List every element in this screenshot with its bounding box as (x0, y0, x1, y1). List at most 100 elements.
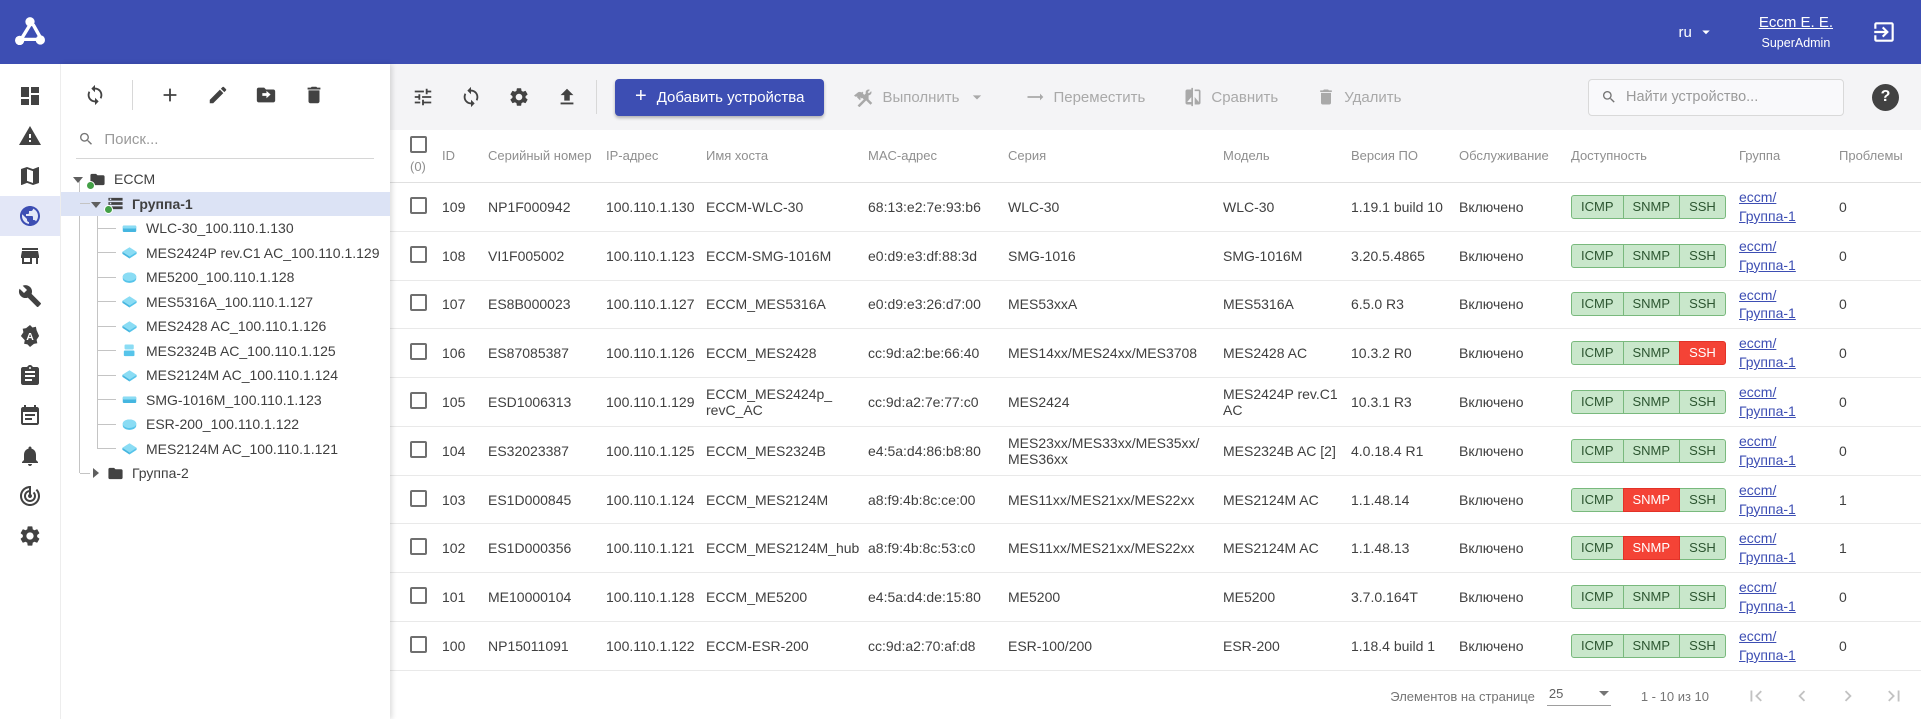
page-size-select[interactable]: 25 (1547, 686, 1611, 706)
tree-node[interactable]: MES5316A_100.110.1.127 (60, 290, 390, 315)
table-row[interactable]: 105ESD1006313100.110.1.129ECCM_​MES2424p… (390, 378, 1921, 427)
row-checkbox[interactable] (410, 538, 427, 555)
cell-series: MES2424 (1008, 378, 1223, 427)
tree-node[interactable]: MES2124M AC_100.110.1.121 (60, 437, 390, 462)
table-row[interactable]: 100NP15011091100.110.1.122ECCM-ESR-200cc… (390, 622, 1921, 671)
expander-open-icon[interactable] (90, 198, 102, 210)
col-header-problems[interactable]: Проблемы (1839, 130, 1921, 183)
user-menu[interactable]: Eccm E. E. SuperAdmin (1759, 14, 1833, 50)
tree-refresh-button[interactable] (84, 84, 106, 106)
expander-open-icon[interactable] (72, 173, 84, 185)
table-settings-button[interactable] (508, 86, 530, 108)
col-header-group[interactable]: Группа (1739, 130, 1839, 183)
row-checkbox[interactable] (410, 294, 427, 311)
sidebar-item-alerts[interactable] (0, 116, 60, 156)
group-link[interactable]: eccm/Группа-1 (1739, 383, 1796, 421)
col-header-availability[interactable]: Доступность (1571, 130, 1739, 183)
expander-collapsed-icon[interactable] (90, 467, 102, 479)
col-header-id[interactable]: ID (442, 130, 488, 183)
row-checkbox[interactable] (410, 392, 427, 409)
import-devices-button[interactable] (556, 86, 578, 108)
sidebar-item-devices[interactable] (0, 196, 60, 236)
table-row[interactable]: 108VI1F005002100.110.1.123ECCM-SMG-1016M… (390, 231, 1921, 280)
move-group-button[interactable] (255, 84, 277, 106)
table-row[interactable]: 104ES32023387100.110.1.125ECCM_​MES2324B… (390, 426, 1921, 475)
tree-search-input[interactable] (104, 131, 372, 148)
table-row[interactable]: 103ES1D000845100.110.1.124ECCM_​MES2124M… (390, 475, 1921, 524)
tree-node[interactable]: MES2428 AC_100.110.1.126 (60, 314, 390, 339)
row-checkbox[interactable] (410, 246, 427, 263)
tree-node[interactable]: SMG-1016M_100.110.1.123 (60, 388, 390, 413)
group-link[interactable]: eccm/Группа-1 (1739, 627, 1796, 665)
sidebar-item-tools[interactable] (0, 276, 60, 316)
col-header-mac[interactable]: MAC-адрес (868, 130, 1008, 183)
sidebar-item-inventory[interactable] (0, 236, 60, 276)
help-button[interactable]: ? (1872, 84, 1899, 111)
delete-group-button[interactable] (303, 84, 325, 106)
delete-button-disabled[interactable]: Удалить (1316, 87, 1401, 107)
row-checkbox[interactable] (410, 636, 427, 653)
sidebar-item-automation[interactable]: A (0, 316, 60, 356)
tree-node[interactable]: ME5200_100.110.1.128 (60, 265, 390, 290)
last-page-button[interactable] (1883, 685, 1905, 707)
sidebar-item-schedule[interactable] (0, 396, 60, 436)
table-row[interactable]: 109NP1F000942100.110.1.130ECCM-WLC-3068:… (390, 183, 1921, 232)
row-checkbox[interactable] (410, 490, 427, 507)
group-link[interactable]: eccm/Группа-1 (1739, 481, 1796, 519)
table-row[interactable]: 107ES8B000023100.110.1.127ECCM_​MES5316A… (390, 280, 1921, 329)
table-row[interactable]: 102ES1D000356100.110.1.121ECCM_​MES2124M… (390, 524, 1921, 573)
first-page-button[interactable] (1745, 685, 1767, 707)
col-header-hostname[interactable]: Имя хоста (706, 130, 868, 183)
group-link[interactable]: eccm/Группа-1 (1739, 237, 1796, 275)
add-group-button[interactable] (159, 84, 181, 106)
tree-node[interactable]: Группа-2 (60, 461, 390, 486)
col-header-series[interactable]: Серия (1008, 130, 1223, 183)
app-logo[interactable] (0, 14, 60, 50)
compare-button-disabled[interactable]: Сравнить (1183, 87, 1278, 107)
group-link[interactable]: eccm/Группа-1 (1739, 334, 1796, 372)
language-selector[interactable]: ru (1678, 23, 1714, 41)
tree-node[interactable]: Группа-1 (60, 192, 390, 217)
group-link[interactable]: eccm/Группа-1 (1739, 578, 1796, 616)
group-link[interactable]: eccm/Группа-1 (1739, 529, 1796, 567)
group-link[interactable]: eccm/Группа-1 (1739, 432, 1796, 470)
previous-page-button[interactable] (1791, 685, 1813, 707)
row-checkbox[interactable] (410, 343, 427, 360)
col-header-maintenance[interactable]: Обслуживание (1459, 130, 1571, 183)
row-checkbox[interactable] (410, 197, 427, 214)
tree-node[interactable]: MES2124M AC_100.110.1.124 (60, 363, 390, 388)
row-checkbox[interactable] (410, 441, 427, 458)
execute-button-disabled[interactable]: Выполнить (854, 87, 987, 107)
sidebar-item-tasks[interactable] (0, 356, 60, 396)
filter-columns-button[interactable] (412, 86, 434, 108)
sidebar-item-monitoring[interactable] (0, 476, 60, 516)
chassis-icon (121, 220, 138, 237)
table-row[interactable]: 101ME10000104100.110.1.128ECCM_​ME5200e4… (390, 573, 1921, 622)
row-checkbox[interactable] (410, 587, 427, 604)
sidebar-item-settings[interactable] (0, 516, 60, 556)
refresh-table-button[interactable] (460, 86, 482, 108)
tree-node[interactable]: ESR-200_100.110.1.122 (60, 412, 390, 437)
add-devices-button[interactable]: + Добавить устройства (615, 79, 824, 116)
logout-button[interactable] (1871, 19, 1897, 45)
tree-node[interactable]: MES2424P rev.C1 AC_100.110.1.129 (60, 241, 390, 266)
bulk-actions: Выполнить Переместить Сравнить Удалить (854, 87, 1401, 107)
group-link[interactable]: eccm/Группа-1 (1739, 188, 1796, 226)
tree-node[interactable]: WLC-30_100.110.1.130 (60, 216, 390, 241)
tree-node[interactable]: ECCM (60, 167, 390, 192)
sidebar-item-notifications[interactable] (0, 436, 60, 476)
tree-node[interactable]: MES2324B AC_100.110.1.125 (60, 339, 390, 364)
col-header-serial[interactable]: Серийный номер (488, 130, 606, 183)
edit-group-button[interactable] (207, 84, 229, 106)
select-all-checkbox[interactable] (410, 136, 427, 153)
move-button-disabled[interactable]: Переместить (1025, 87, 1145, 107)
table-row[interactable]: 106ES87085387100.110.1.126ECCM_​MES2428c… (390, 329, 1921, 378)
col-header-ip[interactable]: IP-адрес (606, 130, 706, 183)
group-link[interactable]: eccm/Группа-1 (1739, 286, 1796, 324)
device-search-input[interactable] (1626, 89, 1831, 105)
col-header-version[interactable]: Версия ПО (1351, 130, 1459, 183)
sidebar-item-dashboard[interactable] (0, 76, 60, 116)
col-header-model[interactable]: Модель (1223, 130, 1351, 183)
sidebar-item-map[interactable] (0, 156, 60, 196)
next-page-button[interactable] (1837, 685, 1859, 707)
